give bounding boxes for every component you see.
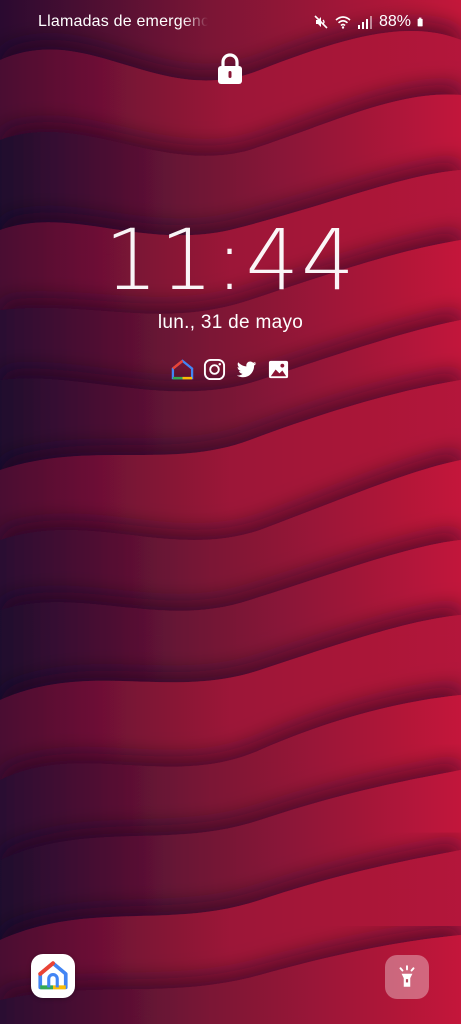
wallpaper — [0, 0, 461, 1024]
padlock-icon[interactable] — [214, 52, 246, 86]
emergency-calls-text: Llamadas de emergencia — [38, 13, 208, 30]
instagram-icon — [203, 358, 226, 381]
wifi-icon — [335, 16, 351, 29]
notification-icons — [171, 357, 291, 381]
status-bar: Llamadas de emergencia 88% — [0, 0, 461, 44]
gallery-icon — [267, 358, 290, 381]
battery-percentage: 88% — [378, 13, 411, 30]
battery-icon — [417, 17, 423, 27]
signal-icon — [357, 16, 372, 29]
google-home-shortcut[interactable] — [31, 954, 75, 998]
twitter-icon — [235, 358, 258, 381]
google-home-icon — [38, 961, 68, 990]
flashlight-icon — [399, 965, 415, 987]
google-home-icon — [171, 358, 194, 381]
mute-icon — [314, 15, 328, 29]
date-text: lun., 31 de mayo — [157, 312, 304, 333]
status-icons: 88% — [313, 13, 427, 31]
clock-time: 11:44 — [104, 211, 357, 309]
flashlight-shortcut[interactable] — [385, 955, 429, 999]
